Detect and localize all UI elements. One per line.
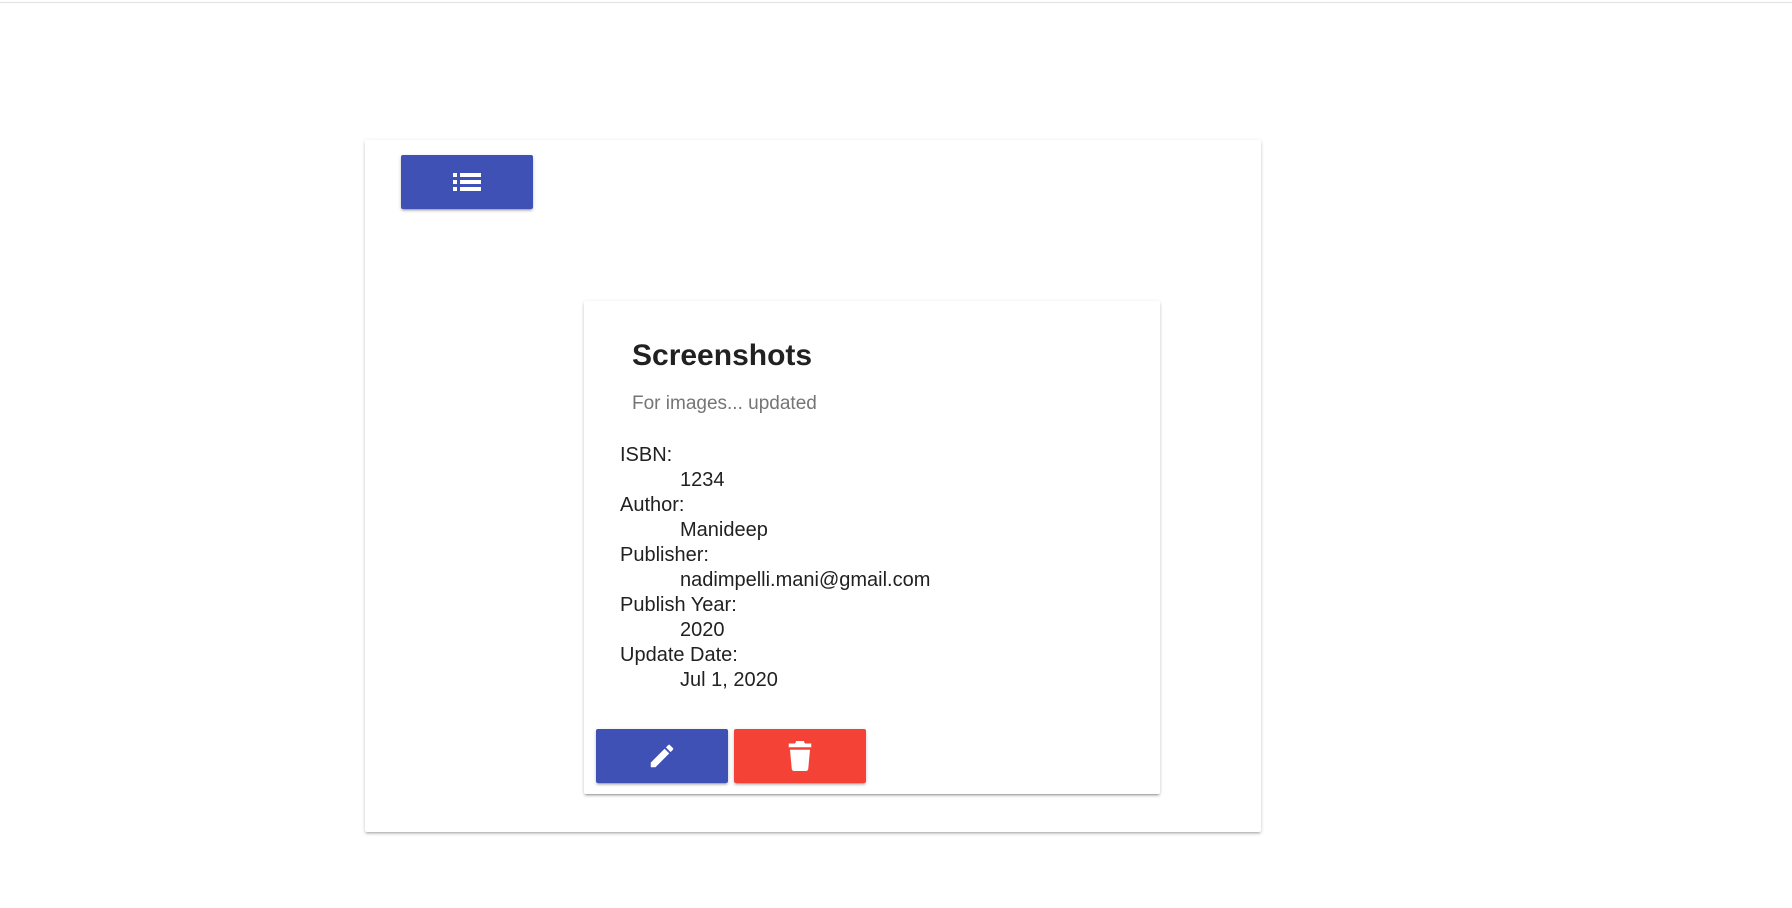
edit-button[interactable] [596,729,728,783]
book-title: Screenshots [632,339,813,372]
update-date-value: Jul 1, 2020 [680,669,778,691]
trash-icon [787,741,813,771]
book-subtitle: For images... updated [632,393,817,414]
isbn-value: 1234 [680,469,725,491]
author-label: Author: [620,494,685,516]
author-value: Manideep [680,519,768,541]
list-icon [453,172,481,192]
isbn-label: ISBN: [620,444,673,466]
book-detail-card: Screenshots For images... updated ISBN: … [584,301,1160,794]
delete-button[interactable] [734,729,866,783]
publisher-label: Publisher: [620,544,709,566]
update-date-label: Update Date: [620,644,738,666]
top-divider [0,2,1792,3]
back-to-list-button[interactable] [401,155,533,209]
book-page-container: Screenshots For images... updated ISBN: … [365,140,1261,832]
publish-year-value: 2020 [680,619,725,641]
pencil-icon [647,741,677,771]
publish-year-label: Publish Year: [620,594,737,616]
publisher-value: nadimpelli.mani@gmail.com [680,569,931,591]
book-details: ISBN: 1234 Author: Manideep Publisher: n… [620,443,930,693]
